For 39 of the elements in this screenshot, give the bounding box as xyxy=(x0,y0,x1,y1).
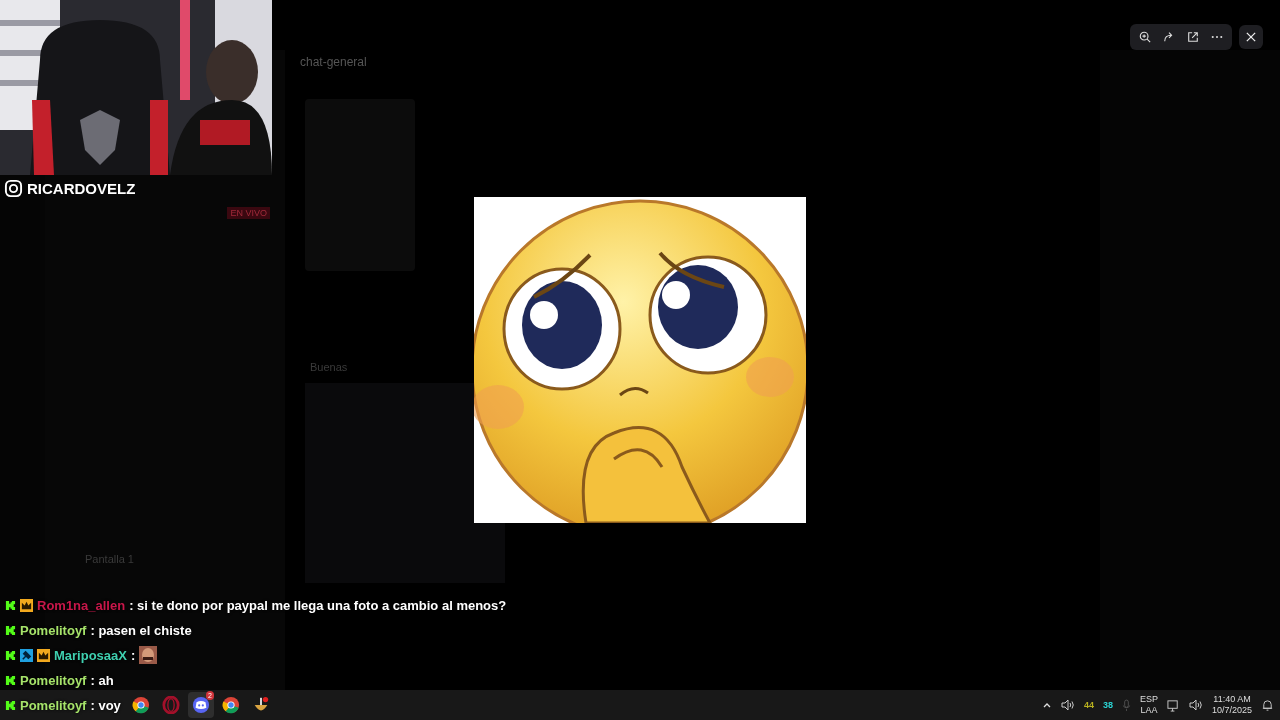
kick-badge-icon xyxy=(5,649,16,661)
keyboard-layout-label[interactable]: LAA xyxy=(1140,705,1158,716)
live-badge: EN VIVO xyxy=(227,207,270,219)
chrome-icon xyxy=(132,696,150,714)
channel-title: chat-general xyxy=(300,55,367,69)
close-button[interactable] xyxy=(1239,25,1263,49)
tray-reading: 38 xyxy=(1102,700,1113,710)
chat-message: : pasen el chiste xyxy=(90,622,192,638)
language-label[interactable]: ESP xyxy=(1139,694,1158,705)
monitor-icon[interactable] xyxy=(1166,698,1180,712)
chat-message: : si te dono por paypal me llega una foto a cambio al menos? xyxy=(129,597,507,613)
kick-badge-icon xyxy=(5,624,16,636)
forward-icon xyxy=(1163,31,1175,43)
zoom-in-icon xyxy=(1139,31,1151,43)
clock-time[interactable]: 11:40 AM xyxy=(1213,694,1251,705)
chat-username: Pomelitoyf xyxy=(20,697,87,713)
bell-icon[interactable] xyxy=(1261,698,1274,712)
speaker-icon[interactable] xyxy=(1060,699,1075,711)
chat-message: : ah xyxy=(90,672,114,688)
chat-username: Rom1na_allen xyxy=(37,597,126,613)
discord-icon xyxy=(192,696,210,714)
chat-message: : xyxy=(131,647,136,663)
external-link-icon xyxy=(1187,31,1199,43)
speaker-icon[interactable] xyxy=(1188,699,1203,711)
kick-badge-icon xyxy=(5,599,16,611)
chat-message: : voy xyxy=(90,697,121,713)
clock-date[interactable]: 10/7/2025 xyxy=(1211,705,1252,716)
kick-badge-icon xyxy=(5,699,16,711)
chat-username: MariposaaX xyxy=(54,647,127,663)
instagram-icon xyxy=(4,179,23,198)
ring-icon xyxy=(162,696,180,714)
kick-badge-icon xyxy=(5,674,16,686)
chat-username: Pomelitoyf xyxy=(20,622,87,638)
close-icon xyxy=(1246,32,1256,42)
tray-reading: 44 xyxy=(1083,700,1094,710)
chrome-icon xyxy=(222,696,240,714)
chat-username: Pomelitoyf xyxy=(20,672,87,688)
instagram-handle: RICARDOVELZ xyxy=(27,180,136,197)
message-text: Buenas xyxy=(310,361,348,373)
